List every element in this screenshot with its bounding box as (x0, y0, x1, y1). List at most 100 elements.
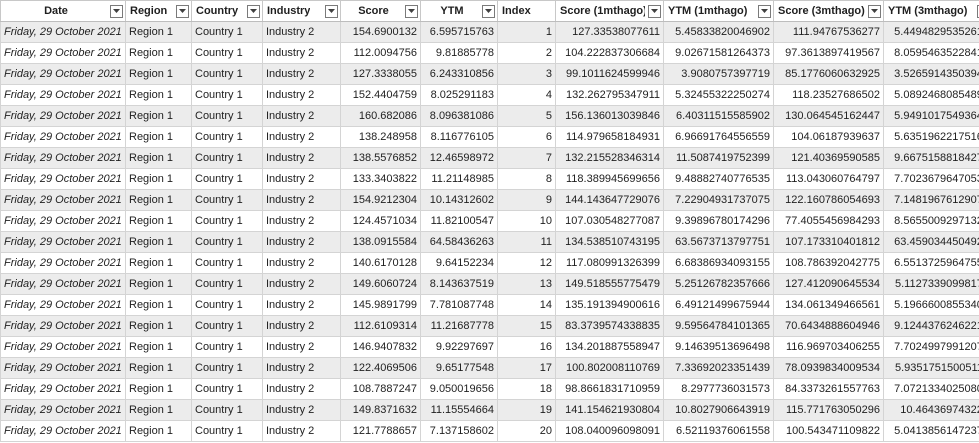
cell-ytm-1m[interactable]: 11.5087419752399 (663, 147, 774, 169)
cell-date[interactable]: Friday, 29 October 2021 (0, 231, 126, 253)
cell-ytm-1m[interactable]: 10.8027906643919 (663, 399, 774, 421)
table-row[interactable]: Friday, 29 October 2021 Region 1 Country 1… (0, 336, 979, 358)
cell-score-1m[interactable]: 114.979658184931 (555, 126, 664, 148)
cell-region[interactable]: Region 1 (125, 378, 192, 400)
cell-region[interactable]: Region 1 (125, 105, 192, 127)
cell-date[interactable]: Friday, 29 October 2021 (0, 315, 126, 337)
cell-ytm[interactable]: 12.46598972 (420, 147, 498, 169)
cell-ytm[interactable]: 9.050019656 (420, 378, 498, 400)
cell-index[interactable]: 5 (497, 105, 556, 127)
cell-index[interactable]: 1 (497, 21, 556, 43)
cell-index[interactable]: 7 (497, 147, 556, 169)
column-header-industry[interactable]: Industry (262, 0, 341, 22)
cell-index[interactable]: 3 (497, 63, 556, 85)
cell-score-3m[interactable]: 127.412090645534 (773, 273, 884, 295)
cell-score[interactable]: 149.6060724 (340, 273, 421, 295)
column-header-score[interactable]: Score (340, 0, 421, 22)
cell-industry[interactable]: Industry 2 (262, 252, 341, 274)
cell-score[interactable]: 160.682086 (340, 105, 421, 127)
cell-index[interactable]: 2 (497, 42, 556, 64)
cell-industry[interactable]: Industry 2 (262, 378, 341, 400)
cell-region[interactable]: Region 1 (125, 399, 192, 421)
cell-region[interactable]: Region 1 (125, 42, 192, 64)
table-row[interactable]: Friday, 29 October 2021 Region 1 Country 1… (0, 147, 979, 169)
cell-country[interactable]: Country 1 (191, 42, 263, 64)
cell-region[interactable]: Region 1 (125, 63, 192, 85)
cell-industry[interactable]: Industry 2 (262, 84, 341, 106)
cell-ytm-1m[interactable]: 6.68386934093155 (663, 252, 774, 274)
cell-country[interactable]: Country 1 (191, 105, 263, 127)
cell-region[interactable]: Region 1 (125, 147, 192, 169)
cell-score-3m[interactable]: 78.0939834009534 (773, 357, 884, 379)
cell-industry[interactable]: Industry 2 (262, 147, 341, 169)
cell-score-1m[interactable]: 99.1011624599946 (555, 63, 664, 85)
cell-ytm-1m[interactable]: 9.14639513696498 (663, 336, 774, 358)
cell-score-3m[interactable]: 108.786392042775 (773, 252, 884, 274)
cell-score[interactable]: 154.6900132 (340, 21, 421, 43)
cell-ytm-3m[interactable]: 8.56550092971327 (883, 210, 979, 232)
cell-country[interactable]: Country 1 (191, 399, 263, 421)
cell-region[interactable]: Region 1 (125, 231, 192, 253)
cell-industry[interactable]: Industry 2 (262, 231, 341, 253)
cell-region[interactable]: Region 1 (125, 252, 192, 274)
cell-ytm[interactable]: 8.116776105 (420, 126, 498, 148)
cell-date[interactable]: Friday, 29 October 2021 (0, 252, 126, 274)
cell-industry[interactable]: Industry 2 (262, 189, 341, 211)
cell-index[interactable]: 19 (497, 399, 556, 421)
cell-score-1m[interactable]: 156.136013039846 (555, 105, 664, 127)
table-row[interactable]: Friday, 29 October 2021 Region 1 Country 1… (0, 315, 979, 337)
cell-region[interactable]: Region 1 (125, 84, 192, 106)
cell-score-3m[interactable]: 85.1776060632925 (773, 63, 884, 85)
cell-country[interactable]: Country 1 (191, 168, 263, 190)
table-row[interactable]: Friday, 29 October 2021 Region 1 Country 1… (0, 378, 979, 400)
cell-industry[interactable]: Industry 2 (262, 336, 341, 358)
cell-ytm-3m[interactable]: 5.08924680854894 (883, 84, 979, 106)
cell-score-1m[interactable]: 107.030548277087 (555, 210, 664, 232)
filter-dropdown-icon[interactable] (758, 4, 771, 18)
cell-date[interactable]: Friday, 29 October 2021 (0, 399, 126, 421)
table-row[interactable]: Friday, 29 October 2021 Region 1 Country 1… (0, 210, 979, 232)
cell-score-1m[interactable]: 108.040096098091 (555, 420, 664, 442)
cell-ytm-3m[interactable]: 5.04138561472379 (883, 420, 979, 442)
cell-index[interactable]: 20 (497, 420, 556, 442)
cell-score[interactable]: 133.3403822 (340, 168, 421, 190)
cell-ytm[interactable]: 6.595715763 (420, 21, 498, 43)
cell-country[interactable]: Country 1 (191, 231, 263, 253)
cell-industry[interactable]: Industry 2 (262, 42, 341, 64)
cell-ytm-1m[interactable]: 7.33692023351439 (663, 357, 774, 379)
cell-score-3m[interactable]: 100.543471109822 (773, 420, 884, 442)
cell-ytm-1m[interactable]: 8.2977736031573 (663, 378, 774, 400)
cell-country[interactable]: Country 1 (191, 378, 263, 400)
cell-score-3m[interactable]: 104.06187939637 (773, 126, 884, 148)
cell-ytm-1m[interactable]: 6.49121499675944 (663, 294, 774, 316)
cell-country[interactable]: Country 1 (191, 273, 263, 295)
cell-region[interactable]: Region 1 (125, 210, 192, 232)
cell-country[interactable]: Country 1 (191, 84, 263, 106)
cell-country[interactable]: Country 1 (191, 21, 263, 43)
cell-region[interactable]: Region 1 (125, 168, 192, 190)
cell-ytm-3m[interactable]: 7.07213340250808 (883, 378, 979, 400)
column-header-index[interactable]: Index (497, 0, 556, 22)
cell-score-3m[interactable]: 121.40369590585 (773, 147, 884, 169)
table-row[interactable]: Friday, 29 October 2021 Region 1 Country 1… (0, 294, 979, 316)
cell-date[interactable]: Friday, 29 October 2021 (0, 147, 126, 169)
cell-score-3m[interactable]: 122.160786054693 (773, 189, 884, 211)
table-row[interactable]: Friday, 29 October 2021 Region 1 Country 1… (0, 231, 979, 253)
cell-date[interactable]: Friday, 29 October 2021 (0, 420, 126, 442)
cell-date[interactable]: Friday, 29 October 2021 (0, 378, 126, 400)
cell-ytm-1m[interactable]: 9.39896780174296 (663, 210, 774, 232)
cell-date[interactable]: Friday, 29 October 2021 (0, 189, 126, 211)
cell-date[interactable]: Friday, 29 October 2021 (0, 357, 126, 379)
cell-country[interactable]: Country 1 (191, 63, 263, 85)
table-row[interactable]: Friday, 29 October 2021 Region 1 Country 1… (0, 420, 979, 442)
cell-score[interactable]: 108.7887247 (340, 378, 421, 400)
table-row[interactable]: Friday, 29 October 2021 Region 1 Country 1… (0, 189, 979, 211)
cell-score[interactable]: 112.0094756 (340, 42, 421, 64)
cell-date[interactable]: Friday, 29 October 2021 (0, 42, 126, 64)
cell-industry[interactable]: Industry 2 (262, 126, 341, 148)
cell-ytm-3m[interactable]: 5.19666008553408 (883, 294, 979, 316)
cell-ytm-3m[interactable]: 5.44948295352613 (883, 21, 979, 43)
cell-ytm-3m[interactable]: 9.12443762462218 (883, 315, 979, 337)
cell-ytm[interactable]: 11.15554664 (420, 399, 498, 421)
cell-industry[interactable]: Industry 2 (262, 399, 341, 421)
